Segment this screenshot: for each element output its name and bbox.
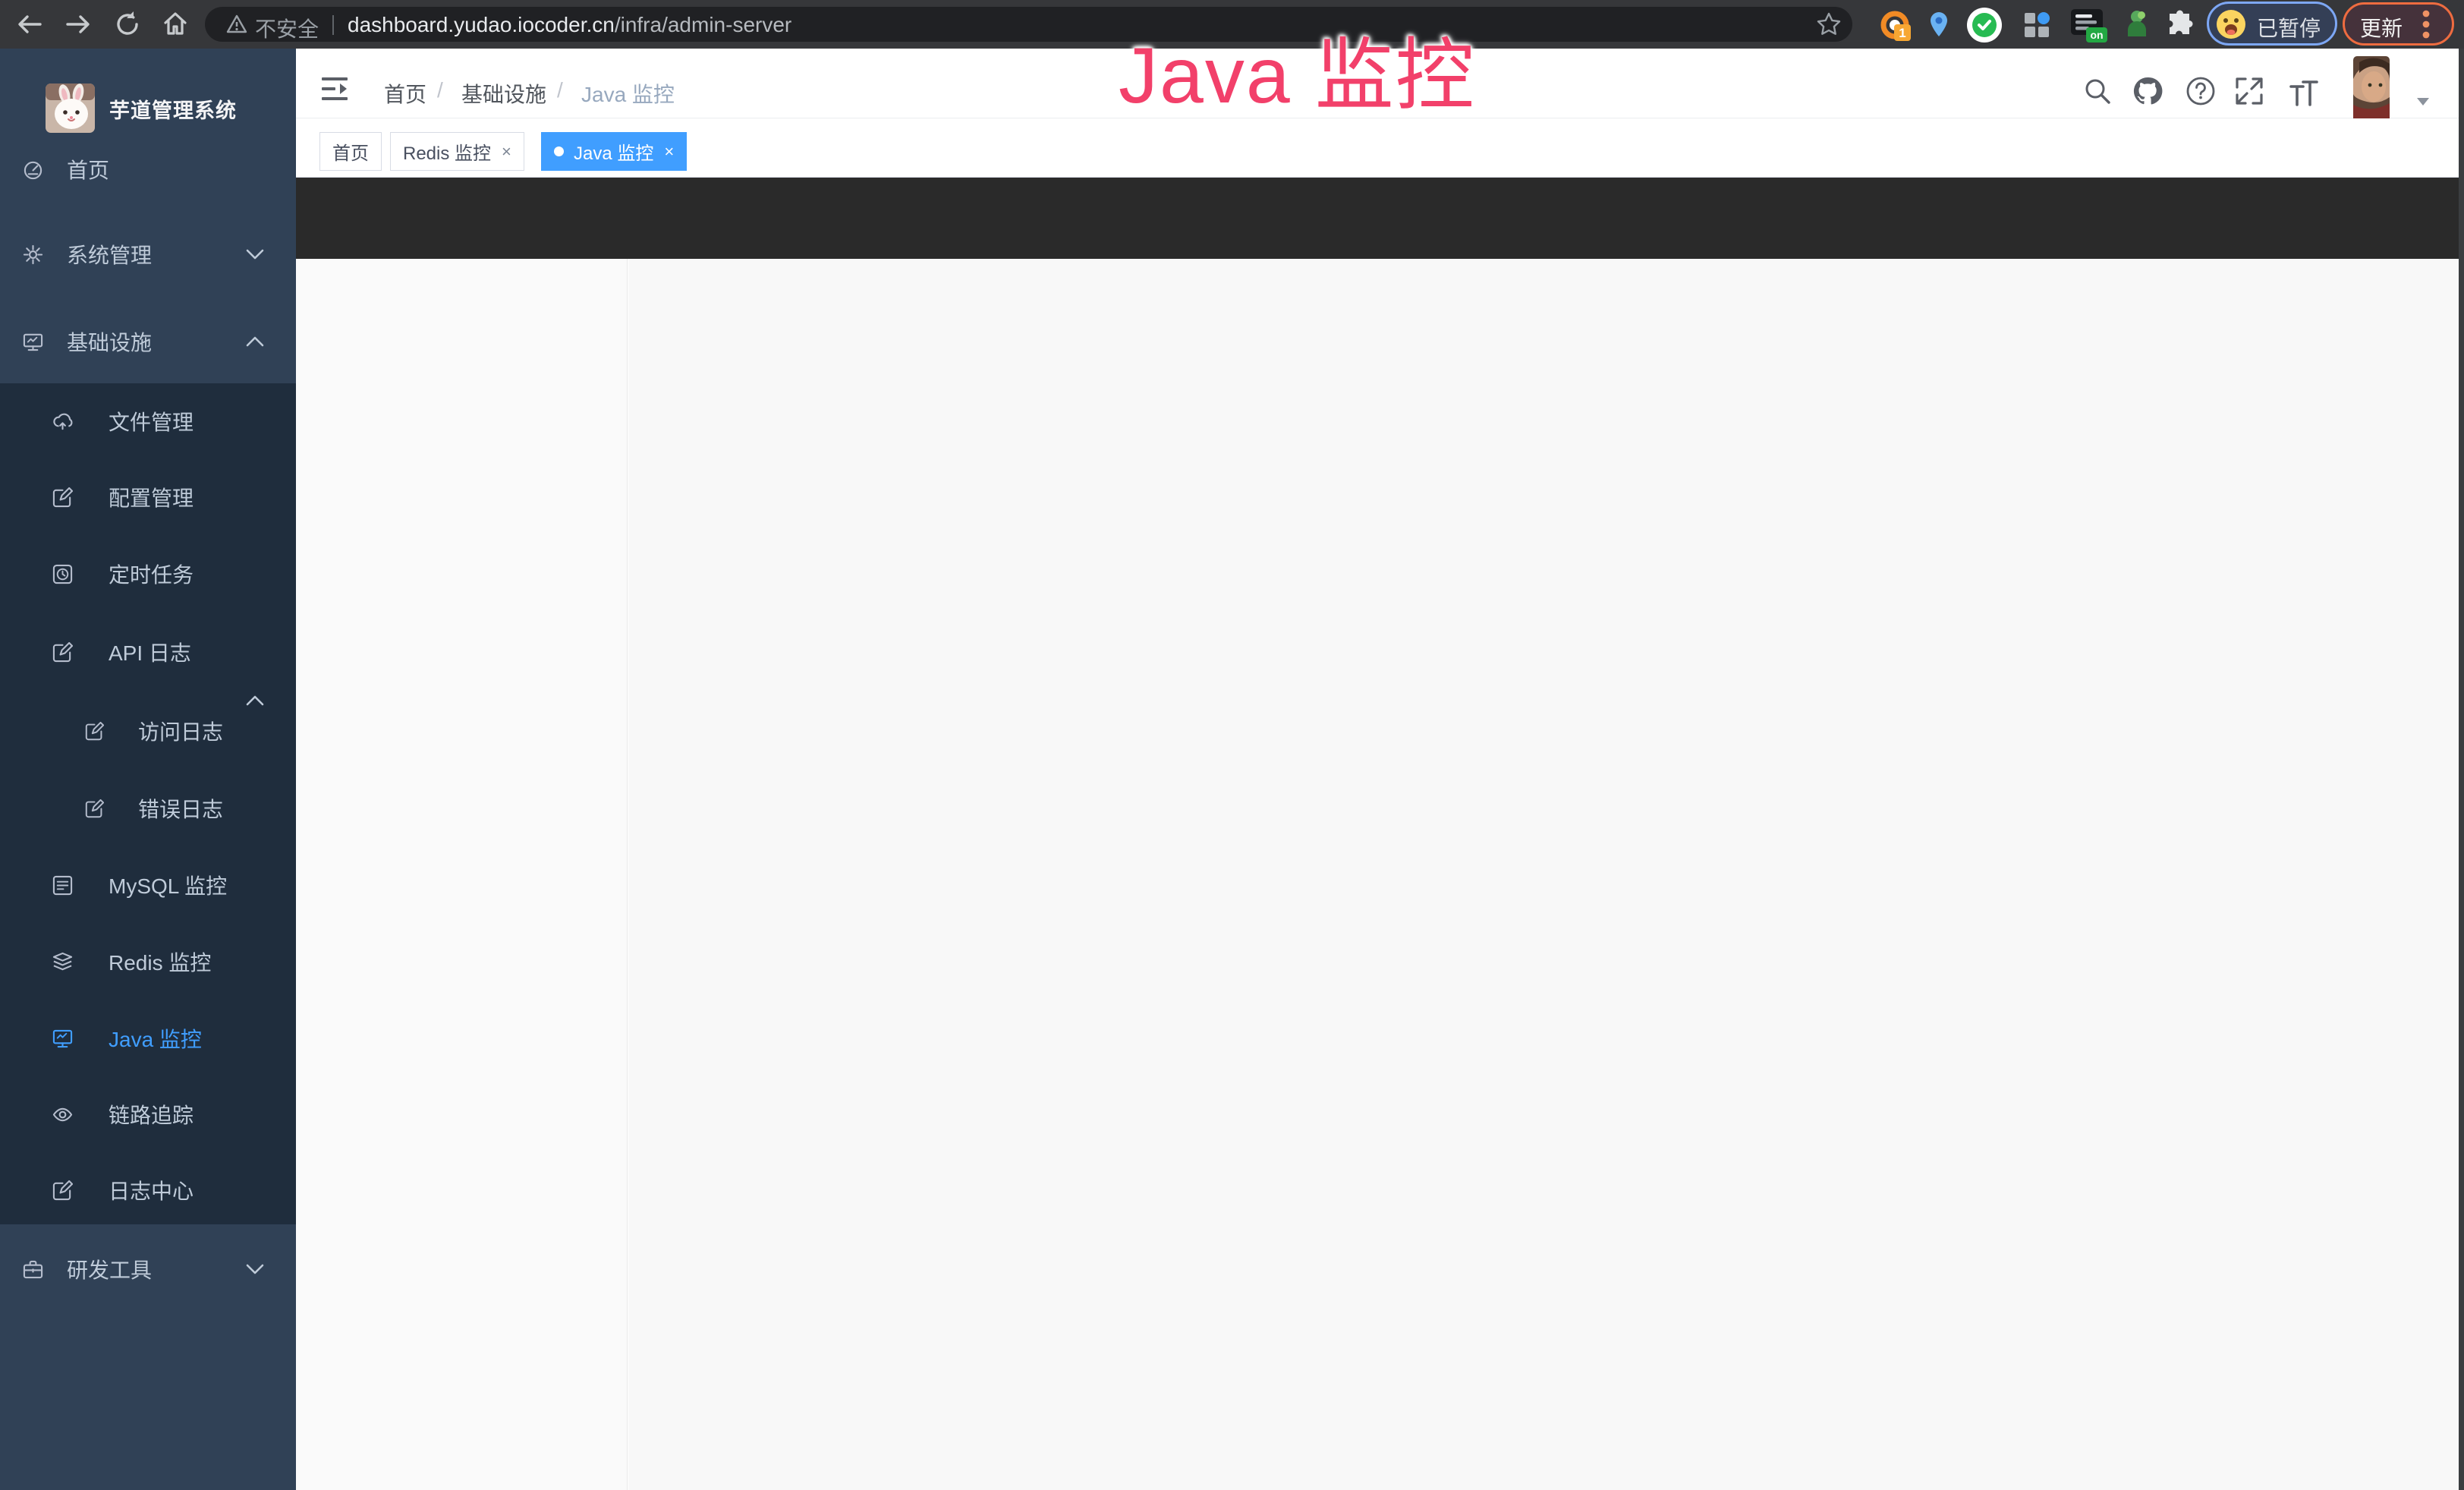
svg-text:1: 1	[1899, 26, 1905, 40]
svg-text:on: on	[2090, 29, 2103, 41]
